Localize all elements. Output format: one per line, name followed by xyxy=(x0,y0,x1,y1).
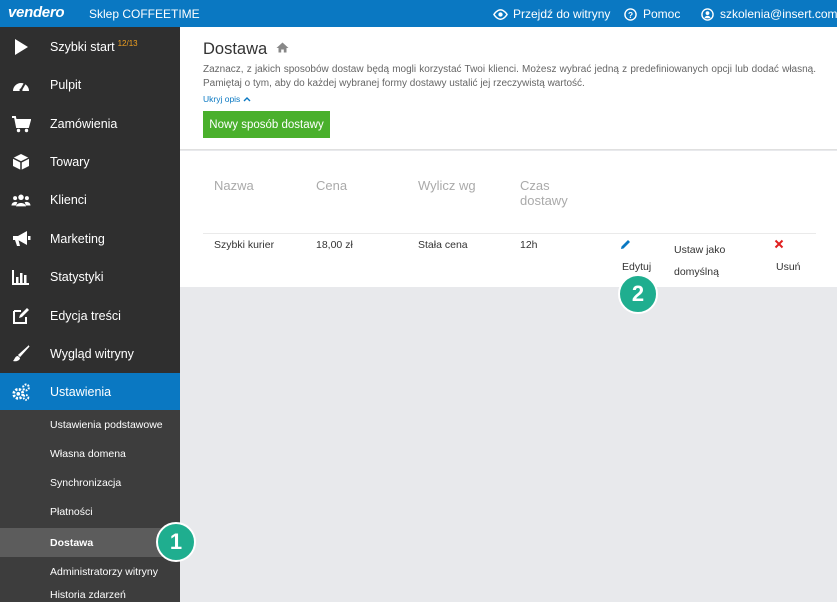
vendero-logo[interactable]: vendero xyxy=(8,4,65,21)
hide-description-label: Ukryj opis xyxy=(203,94,241,104)
new-delivery-method-button[interactable]: Nowy sposób dostawy xyxy=(203,111,330,138)
play-icon xyxy=(11,37,31,57)
home-icon[interactable] xyxy=(276,42,289,53)
sidebar-item-appearance[interactable]: Wygląd witryny xyxy=(0,334,180,373)
delivery-methods-table: Nazwa Cena Wylicz wg Czas dostawy Szybki… xyxy=(180,151,837,287)
sidebar-item-content-edit[interactable]: Edycja treści xyxy=(0,296,180,335)
sidebar-item-label: Edycja treści xyxy=(50,308,121,323)
step-marker-2: 2 xyxy=(618,274,658,314)
sidebar-item-label: Statystyki xyxy=(50,269,104,284)
column-header-name: Nazwa xyxy=(214,178,254,193)
svg-text:?: ? xyxy=(628,9,633,19)
submenu-item-basic-settings[interactable]: Ustawienia podstawowe xyxy=(0,410,180,439)
submenu-item-event-history[interactable]: Historia zdarzeń xyxy=(0,584,180,602)
submenu-item-site-admins[interactable]: Administratorzy witryny xyxy=(0,557,180,586)
help-label: Pomoc xyxy=(643,7,681,21)
quick-start-badge: 12/13 xyxy=(117,38,138,48)
edit-button[interactable]: Edytuj xyxy=(622,261,651,273)
sidebar-item-label: Zamówienia xyxy=(50,116,118,131)
sidebar-item-label: Towary xyxy=(50,154,90,169)
submenu-item-delivery[interactable]: Dostawa xyxy=(0,528,180,557)
cogs-icon xyxy=(11,382,31,402)
shop-name: Sklep COFFEETIME xyxy=(89,7,200,21)
sidebar-item-label: Pulpit xyxy=(50,77,82,92)
user-menu[interactable]: szkolenia@insert.com.pl xyxy=(700,7,837,21)
column-header-delivery-time: Czas dostawy xyxy=(520,178,568,208)
cart-icon xyxy=(11,114,31,134)
row-divider xyxy=(203,233,816,234)
cell-calc: Stała cena xyxy=(418,239,468,251)
users-icon xyxy=(11,190,31,210)
eye-icon xyxy=(493,8,508,20)
sidebar-item-quick-start[interactable]: Szybki start 12/13 xyxy=(0,27,180,66)
user-email: szkolenia@insert.com.pl xyxy=(720,7,837,21)
sidebar-item-clients[interactable]: Klienci xyxy=(0,180,180,219)
sidebar-item-products[interactable]: Towary xyxy=(0,142,180,181)
megaphone-icon xyxy=(11,229,31,249)
sidebar-item-marketing[interactable]: Marketing xyxy=(0,219,180,258)
goto-site-link[interactable]: Przejdź do witryny xyxy=(493,7,610,21)
user-icon xyxy=(701,7,714,21)
page-description: Zaznacz, z jakich sposobów dostaw będą m… xyxy=(203,64,816,89)
sidebar-item-label: Marketing xyxy=(50,231,105,246)
sidebar-item-label: Klienci xyxy=(50,192,87,207)
set-default-button[interactable]: Ustaw jako domyślną xyxy=(674,239,744,283)
submenu-item-payments[interactable]: Płatności xyxy=(0,497,180,526)
close-icon[interactable] xyxy=(774,239,784,249)
brush-icon xyxy=(11,344,31,364)
cell-name: Szybki kurier xyxy=(214,239,275,251)
help-icon: ? xyxy=(624,7,637,21)
cell-price: 18,00 zł xyxy=(316,239,353,251)
column-header-price: Cena xyxy=(316,178,348,193)
goto-site-label: Przejdź do witryny xyxy=(513,7,611,21)
settings-submenu: Ustawienia podstawowe Własna domena Sync… xyxy=(0,410,180,602)
help-link[interactable]: ? Pomoc xyxy=(623,7,680,21)
dashboard-icon xyxy=(11,75,31,95)
sidebar: Szybki start 12/13 Pulpit Zamówienia Towa… xyxy=(0,27,180,602)
pencil-icon[interactable] xyxy=(620,239,631,250)
cell-delivery-time: 12h xyxy=(520,239,538,251)
column-header-calc: Wylicz wg xyxy=(418,178,476,193)
sidebar-item-label: Wygląd witryny xyxy=(50,346,134,361)
page-header: Dostawa Zaznacz, z jakich sposobów dosta… xyxy=(180,27,837,150)
delete-button[interactable]: Usuń xyxy=(776,261,801,273)
edit-icon xyxy=(11,306,31,326)
sidebar-item-label: Ustawienia xyxy=(50,385,112,399)
page-title: Dostawa xyxy=(203,40,268,58)
top-bar: vendero Sklep COFFEETIME Przejdź do witr… xyxy=(0,0,837,27)
sidebar-item-settings[interactable]: Ustawienia xyxy=(0,373,180,411)
sidebar-item-orders[interactable]: Zamówienia xyxy=(0,104,180,143)
step-marker-1: 1 xyxy=(156,522,196,562)
submenu-item-own-domain[interactable]: Własna domena xyxy=(0,439,180,468)
box-icon xyxy=(11,152,31,172)
sidebar-item-label: Szybki start xyxy=(50,40,115,55)
sidebar-item-dashboard[interactable]: Pulpit xyxy=(0,65,180,104)
hide-description-link[interactable]: Ukryj opis xyxy=(203,94,251,104)
bar-chart-icon xyxy=(11,267,31,287)
sidebar-item-statistics[interactable]: Statystyki xyxy=(0,257,180,296)
chevron-up-icon xyxy=(243,97,251,102)
submenu-item-sync[interactable]: Synchronizacja xyxy=(0,468,180,497)
